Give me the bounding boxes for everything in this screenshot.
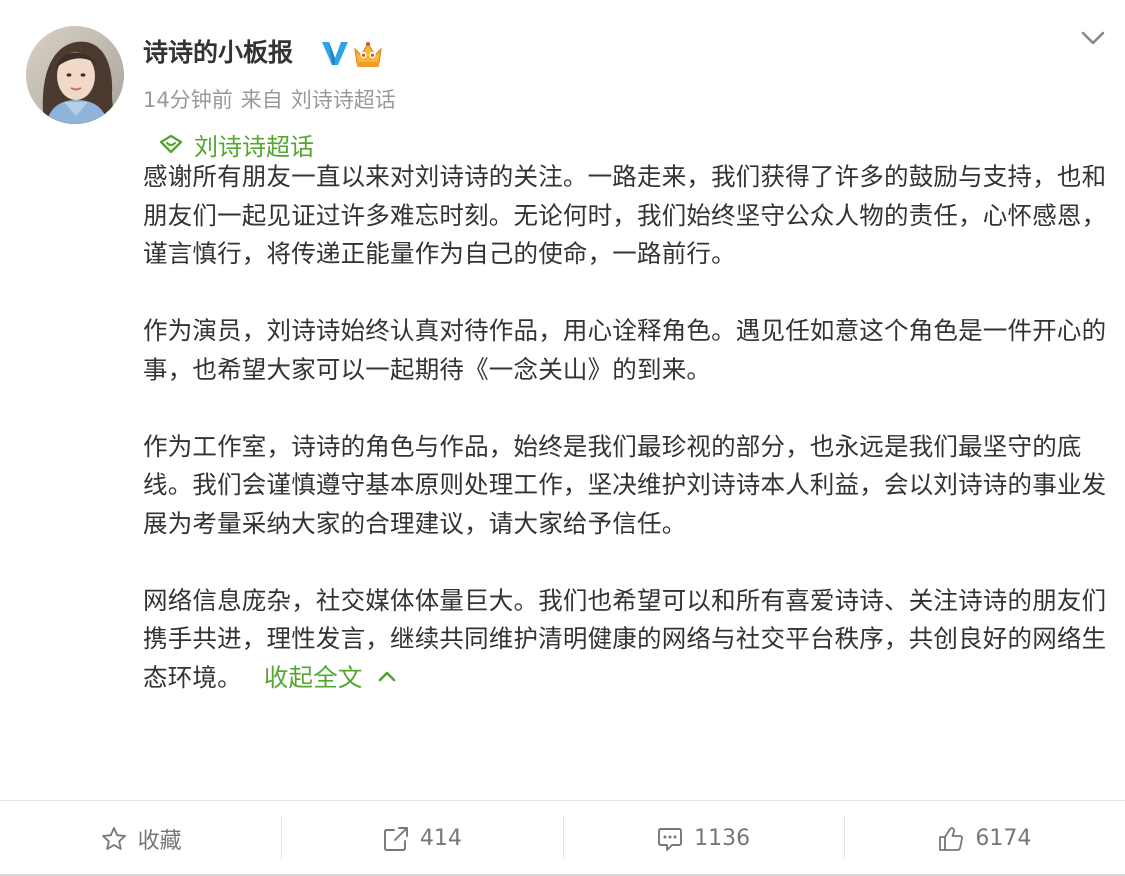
like-count: 6174 [975,826,1032,851]
thumbs-up-icon [939,826,964,851]
crown-icon [354,42,382,67]
username[interactable]: 诗诗的小板报 [143,34,293,72]
comment-button[interactable]: 1136 [562,801,844,876]
post-content: 感谢所有朋友一直以来对刘诗诗的关注。一路走来，我们获得了许多的鼓励与支持，也和朋… [143,158,1108,697]
content-paragraph: 作为演员，刘诗诗始终认真对待作品，用心诠释角色。遇见任如意这个角色是一件开心的事… [143,316,1107,384]
source-prefix: 来自 [240,88,283,112]
action-toolbar: 收藏 414 1136 6174 [0,801,1125,876]
content-paragraph-last: 网络信息庞杂，社交媒体体量巨大。我们也希望可以和所有喜爱诗诗、关注诗诗的朋友们携… [143,582,1108,698]
post-meta: 14分钟前 来自 刘诗诗超话 [143,86,396,114]
supertopic-link[interactable]: 刘诗诗超话 [160,126,314,162]
comment-count: 1136 [694,826,751,851]
avatar-photo [26,26,124,124]
collapse-button[interactable]: 收起全文 [264,663,397,692]
comment-icon [658,827,683,851]
supertopic-icon [160,135,182,153]
repost-icon [383,826,408,851]
chevron-up-icon [378,671,395,681]
favorite-label: 收藏 [137,828,182,854]
chevron-down-icon[interactable] [1079,24,1107,52]
verified-v-icon [322,42,348,65]
star-icon [101,826,126,850]
supertopic-label: 刘诗诗超话 [194,132,314,161]
avatar[interactable] [26,26,124,124]
content-paragraph: 作为工作室，诗诗的角色与作品，始终是我们最珍视的部分，也永远是我们最坚守的底线。… [143,431,1107,538]
favorite-button[interactable]: 收藏 [0,801,281,876]
content-paragraph: 感谢所有朋友一直以来对刘诗诗的关注。一路走来，我们获得了许多的鼓励与支持，也和朋… [143,162,1107,268]
like-button[interactable]: 6174 [843,801,1125,876]
source-link[interactable]: 刘诗诗超话 [291,88,396,112]
repost-button[interactable]: 414 [281,801,562,876]
collapse-label: 收起全文 [263,662,363,692]
post-time: 14分钟前 [143,88,233,112]
weibo-post-card: 诗诗的小板报 14分钟前 来自 刘诗诗超话 刘诗诗超话 感谢所有朋友一直以来对刘诗诗… [0,0,1125,876]
repost-count: 414 [419,826,462,851]
